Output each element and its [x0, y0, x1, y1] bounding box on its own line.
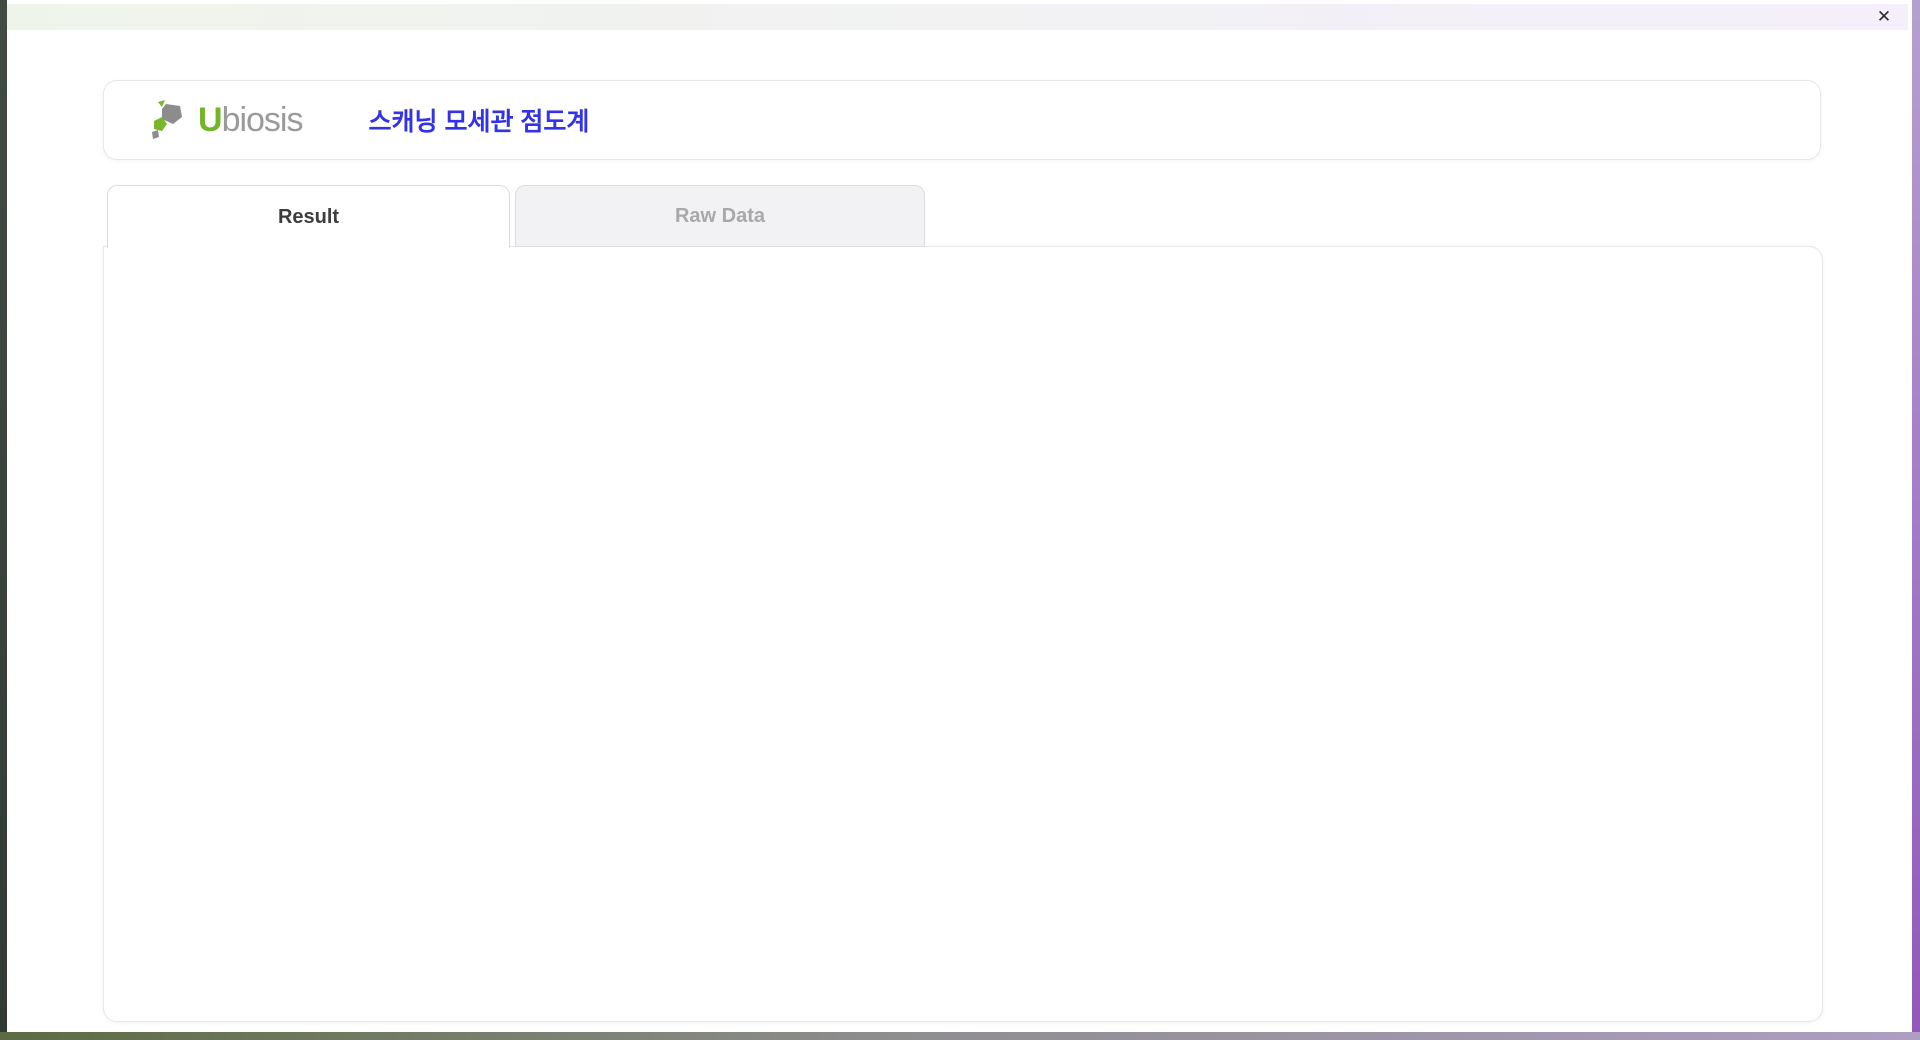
ubiosis-logo: Ubiosis: [150, 99, 303, 141]
app-header: Ubiosis 스캐닝 모세관 점도계: [103, 80, 1821, 160]
tab-result[interactable]: Result: [107, 185, 510, 248]
tab-raw-data[interactable]: Raw Data: [515, 185, 925, 247]
logo-text-u: U: [198, 100, 223, 139]
ubiosis-logo-icon: [152, 100, 182, 139]
close-icon[interactable]: ✕: [1872, 6, 1896, 28]
window-edge-bottom: [0, 1032, 1920, 1040]
window-titlebar: ✕: [7, 4, 1908, 30]
page-title: 스캐닝 모세관 점도계: [368, 108, 590, 136]
window-edge-right: [1912, 0, 1920, 1040]
logo-text-biosis: biosis: [221, 100, 304, 139]
result-panel: [103, 246, 1823, 1022]
window-edge-left: [0, 0, 7, 1040]
